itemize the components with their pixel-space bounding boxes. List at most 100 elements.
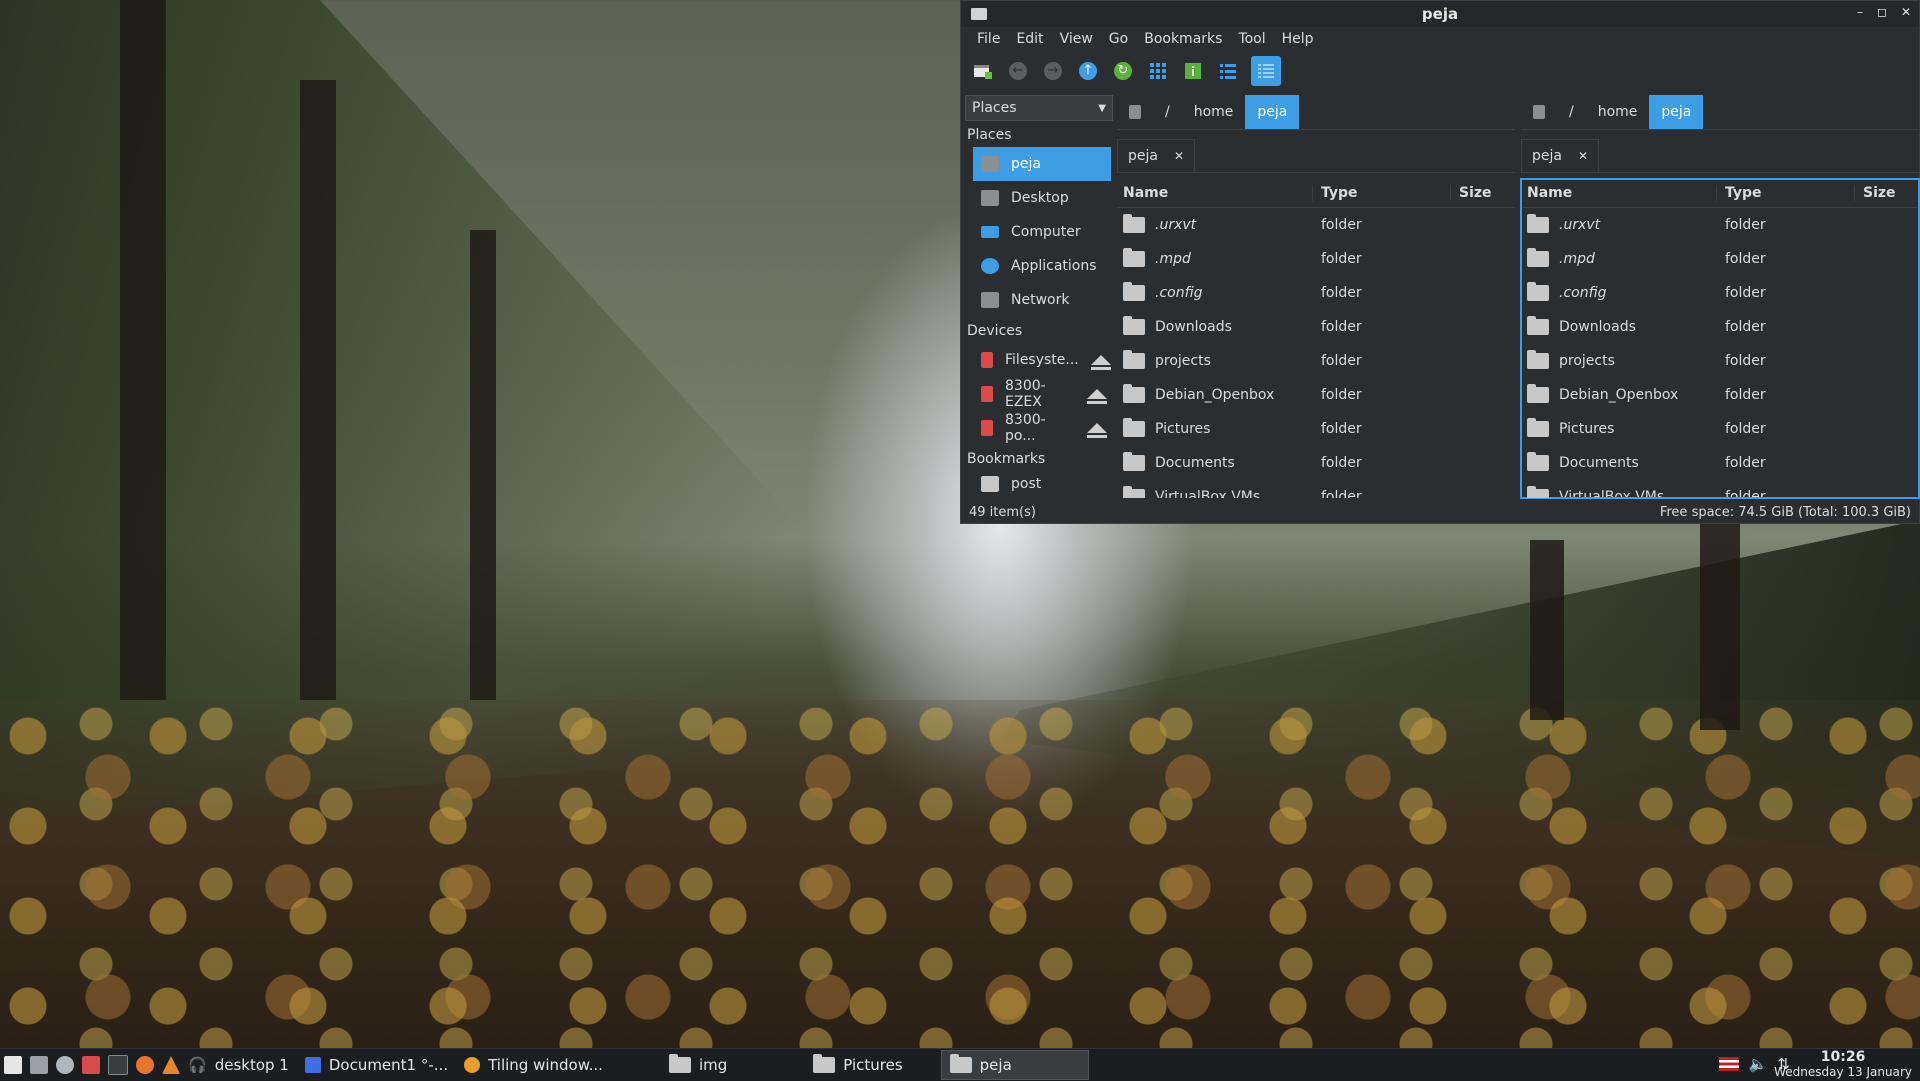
- column-header-name[interactable]: Name: [1521, 185, 1717, 201]
- table-row[interactable]: .urxvt folder: [1521, 208, 1919, 242]
- menu-go[interactable]: Go: [1101, 31, 1136, 47]
- sidebar-device-8300-po[interactable]: 8300-po...: [973, 411, 1111, 445]
- table-row[interactable]: .config folder: [1521, 276, 1919, 310]
- menu-bookmarks[interactable]: Bookmarks: [1136, 31, 1230, 47]
- file-name: Downloads: [1155, 319, 1232, 335]
- taskbar-task-pictures[interactable]: Pictures: [805, 1051, 910, 1079]
- close-tab-icon[interactable]: ✕: [1578, 149, 1588, 163]
- table-row[interactable]: Pictures folder: [1521, 412, 1919, 446]
- sidebar-item-applications[interactable]: Applications: [973, 249, 1111, 283]
- file-type: folder: [1725, 319, 1766, 335]
- sidebar-item-network[interactable]: Network: [973, 283, 1111, 317]
- breadcrumb-root[interactable]: /: [1153, 95, 1182, 129]
- back-button[interactable]: ←: [1006, 59, 1030, 83]
- column-header-size[interactable]: Size: [1451, 185, 1511, 201]
- menu-view[interactable]: View: [1052, 31, 1101, 47]
- file-manager-window: peja – ◻ ✕ File Edit View Go Bookmarks T…: [960, 0, 1920, 524]
- eject-icon[interactable]: [1090, 355, 1111, 370]
- sidebar-item-desktop[interactable]: Desktop: [973, 181, 1111, 215]
- breadcrumb-peja[interactable]: peja: [1245, 95, 1300, 129]
- eject-icon[interactable]: [1087, 423, 1107, 438]
- up-button[interactable]: ↑: [1076, 59, 1100, 83]
- table-row[interactable]: .mpd folder: [1521, 242, 1919, 276]
- app-launcher-icon[interactable]: [82, 1056, 100, 1074]
- sidebar-device-filesystem[interactable]: Filesyste...: [973, 343, 1111, 377]
- network-launcher-icon[interactable]: [56, 1056, 74, 1074]
- wallpaper-post: [1700, 520, 1740, 730]
- table-row[interactable]: .config folder: [1117, 276, 1515, 310]
- table-row[interactable]: .mpd folder: [1117, 242, 1515, 276]
- minimize-icon[interactable]: –: [1857, 5, 1863, 19]
- sidebar-item-computer[interactable]: Computer: [973, 215, 1111, 249]
- taskbar-desktop-switcher[interactable]: 🎧 desktop 1: [180, 1051, 297, 1079]
- taskbar-task-tiling[interactable]: Tiling window...: [456, 1051, 611, 1079]
- sidebar-device-8300-ezex[interactable]: 8300-EZEX: [973, 377, 1111, 411]
- table-row[interactable]: projects folder: [1117, 344, 1515, 378]
- table-row[interactable]: Debian_Openbox folder: [1117, 378, 1515, 412]
- breadcrumb-root[interactable]: /: [1557, 95, 1586, 129]
- column-header-name[interactable]: Name: [1117, 185, 1313, 201]
- taskbar-task-document[interactable]: Document1 °-...: [297, 1051, 456, 1079]
- menu-help[interactable]: Help: [1274, 31, 1322, 47]
- title-bar[interactable]: peja – ◻ ✕: [961, 1, 1919, 27]
- sidebar-item-label: 8300-po...: [1005, 412, 1046, 444]
- volume-icon[interactable]: 🔈: [1749, 1055, 1768, 1073]
- column-header-type[interactable]: Type: [1313, 185, 1451, 201]
- menu-file[interactable]: File: [969, 31, 1008, 47]
- table-row[interactable]: Documents folder: [1521, 446, 1919, 480]
- table-row[interactable]: Documents folder: [1117, 446, 1515, 480]
- browser-icon: [464, 1057, 481, 1073]
- terminal-launcher-icon[interactable]: [108, 1055, 128, 1075]
- file-name: Documents: [1559, 455, 1639, 471]
- file-name-cell: Debian_Openbox: [1117, 384, 1313, 403]
- taskbar: 🎧 desktop 1 Document1 °-... Tiling windo…: [0, 1048, 1920, 1081]
- column-header-size[interactable]: Size: [1855, 185, 1915, 201]
- breadcrumb-home[interactable]: home: [1586, 95, 1650, 129]
- column-header-type[interactable]: Type: [1717, 185, 1855, 201]
- menu-edit[interactable]: Edit: [1008, 31, 1051, 47]
- sidebar-item-label: Computer: [1011, 224, 1081, 240]
- table-row[interactable]: VirtualBox VMs folder: [1521, 480, 1919, 498]
- taskbar-task-peja[interactable]: peja: [940, 1050, 1089, 1080]
- sidebar-bookmark-post[interactable]: post: [973, 471, 1111, 497]
- table-row[interactable]: VirtualBox VMs folder: [1117, 480, 1515, 498]
- close-tab-icon[interactable]: ✕: [1174, 149, 1184, 163]
- clock[interactable]: 10:26 Wednesday 13 January: [1774, 1050, 1912, 1080]
- icon-view-button[interactable]: [1146, 59, 1170, 83]
- close-icon[interactable]: ✕: [1901, 5, 1911, 19]
- table-row[interactable]: .urxvt folder: [1117, 208, 1515, 242]
- tab-peja[interactable]: peja ✕: [1521, 139, 1600, 172]
- compact-view-button[interactable]: [1216, 59, 1240, 83]
- up-arrow-icon: ↑: [1079, 62, 1097, 80]
- eject-icon[interactable]: [1087, 389, 1107, 404]
- table-row[interactable]: Pictures folder: [1117, 412, 1515, 446]
- menu-tool[interactable]: Tool: [1230, 31, 1273, 47]
- file-name-cell: Downloads: [1117, 316, 1313, 335]
- detailed-list-view-button[interactable]: [1251, 56, 1281, 86]
- taskbar-task-img[interactable]: img: [661, 1051, 735, 1079]
- new-tab-button[interactable]: [971, 59, 995, 83]
- breadcrumb-drive-button[interactable]: [1117, 95, 1153, 129]
- breadcrumb-home[interactable]: home: [1182, 95, 1246, 129]
- reload-button[interactable]: ↻: [1111, 59, 1135, 83]
- keyboard-layout-flag-icon[interactable]: [1718, 1057, 1739, 1071]
- folder-icon: [981, 476, 999, 492]
- side-pane-mode-dropdown[interactable]: Places ▼: [965, 95, 1113, 121]
- show-desktop-icon[interactable]: [4, 1056, 22, 1074]
- table-row[interactable]: Debian_Openbox folder: [1521, 378, 1919, 412]
- sidebar-item-peja[interactable]: peja: [973, 147, 1111, 181]
- table-row[interactable]: projects folder: [1521, 344, 1919, 378]
- maximize-icon[interactable]: ◻: [1877, 5, 1887, 19]
- tab-peja[interactable]: peja ✕: [1117, 139, 1196, 172]
- table-row[interactable]: Downloads folder: [1521, 310, 1919, 344]
- file-manager-launcher-icon[interactable]: [30, 1056, 48, 1074]
- vlc-launcher-icon[interactable]: [162, 1056, 180, 1074]
- firefox-launcher-icon[interactable]: [136, 1056, 154, 1074]
- breadcrumb-drive-button[interactable]: [1521, 95, 1557, 129]
- file-name: .mpd: [1155, 251, 1191, 267]
- table-row[interactable]: Downloads folder: [1117, 310, 1515, 344]
- forward-button[interactable]: →: [1041, 59, 1065, 83]
- file-type: folder: [1321, 251, 1362, 267]
- breadcrumb-peja[interactable]: peja: [1649, 95, 1704, 129]
- thumbnail-view-button[interactable]: [1181, 59, 1205, 83]
